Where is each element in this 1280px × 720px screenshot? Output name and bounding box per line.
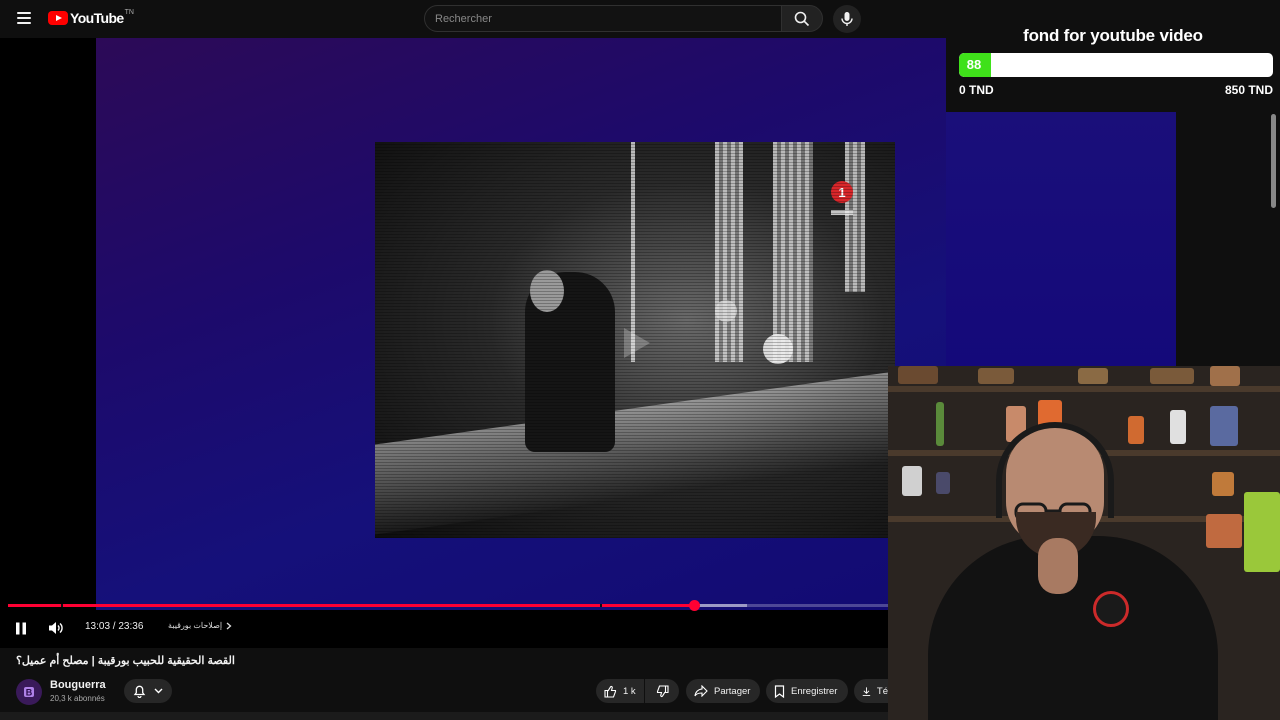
chapter-divider	[600, 604, 602, 607]
volume-button[interactable]	[44, 616, 68, 640]
youtube-logo[interactable]: YouTube TN	[48, 8, 134, 26]
chapter-divider	[61, 604, 63, 607]
video-title: القصة الحقيقية للحبيب بورقيبة | مصلح أم …	[16, 655, 235, 667]
channel-avatar[interactable]: B	[16, 679, 42, 705]
svg-text:1: 1	[838, 185, 845, 200]
chevron-right-icon	[226, 622, 232, 629]
top-bar: YouTube TN	[0, 0, 946, 38]
donation-goal-widget: fond for youtube video 88 0 TND 850 TND	[946, 0, 1280, 112]
hoodie-logo	[1093, 591, 1129, 627]
seek-bar-played	[8, 604, 695, 607]
share-icon	[694, 685, 708, 697]
scrollbar-thumb[interactable]	[1271, 114, 1276, 208]
search-input[interactable]	[435, 12, 781, 25]
channel-name[interactable]: Bouguerra	[50, 679, 106, 691]
download-label: Té	[876, 685, 888, 697]
save-button[interactable]: Enregistrer	[766, 679, 848, 703]
voice-search-button[interactable]	[833, 5, 861, 33]
download-button[interactable]: Té	[854, 679, 888, 703]
time-display: 13:03 / 23:36	[85, 621, 144, 632]
goal-max-label: 850 TND	[1224, 83, 1273, 97]
player-controls: 13:03 / 23:36 إصلاحات بورقيبة	[0, 612, 888, 640]
volume-icon	[49, 622, 63, 634]
goal-progress-bar	[959, 53, 1273, 77]
pause-button[interactable]	[9, 616, 33, 640]
page-scrollbar[interactable]	[1270, 112, 1278, 370]
chevron-down-icon	[154, 688, 163, 694]
notification-bell-button[interactable]	[124, 679, 172, 703]
search-box	[424, 5, 782, 32]
menu-button[interactable]	[14, 9, 34, 29]
chapter-button[interactable]: إصلاحات بورقيبة	[164, 619, 236, 632]
seek-bar[interactable]	[8, 600, 888, 611]
search-button[interactable]	[781, 5, 823, 32]
streamer-hand	[1038, 538, 1078, 594]
widget-title: fond for youtube video	[1023, 26, 1203, 45]
share-button[interactable]: Partager	[686, 679, 760, 703]
avatar-icon: B	[24, 687, 34, 698]
youtube-watch-page: YouTube TN 1	[0, 0, 1280, 720]
bookmark-icon	[774, 684, 785, 698]
side-background	[946, 112, 1176, 368]
like-count: 1 k	[623, 685, 636, 697]
hamburger-icon	[14, 12, 34, 24]
download-icon	[862, 686, 871, 696]
chapter-title: إصلاحات بورقيبة	[168, 621, 223, 630]
search-icon	[794, 11, 810, 26]
share-label: Partager	[714, 685, 751, 697]
description-area-top	[0, 712, 888, 720]
dislike-button[interactable]	[645, 679, 679, 703]
thumbs-down-icon	[656, 684, 669, 697]
svg-text:B: B	[26, 688, 33, 698]
thumbs-up-icon	[604, 685, 617, 698]
subscriber-count: 20,3 k abonnés	[50, 694, 105, 703]
logo-text: YouTube	[70, 10, 124, 26]
goal-current-value: 88	[966, 57, 982, 72]
tv-channel-logo: 1	[831, 181, 853, 215]
save-label: Enregistrer	[791, 685, 838, 697]
youtube-logo-icon	[48, 11, 68, 25]
goal-min-label: 0 TND	[959, 83, 994, 97]
bell-icon	[133, 685, 146, 698]
video-player[interactable]: 1	[0, 38, 946, 648]
webcam-overlay	[888, 366, 1280, 720]
logo-region: TN	[124, 8, 134, 16]
microphone-icon	[841, 12, 853, 26]
like-button[interactable]: 1 k	[596, 679, 644, 703]
pause-icon	[16, 622, 26, 634]
center-play-icon	[624, 328, 650, 358]
